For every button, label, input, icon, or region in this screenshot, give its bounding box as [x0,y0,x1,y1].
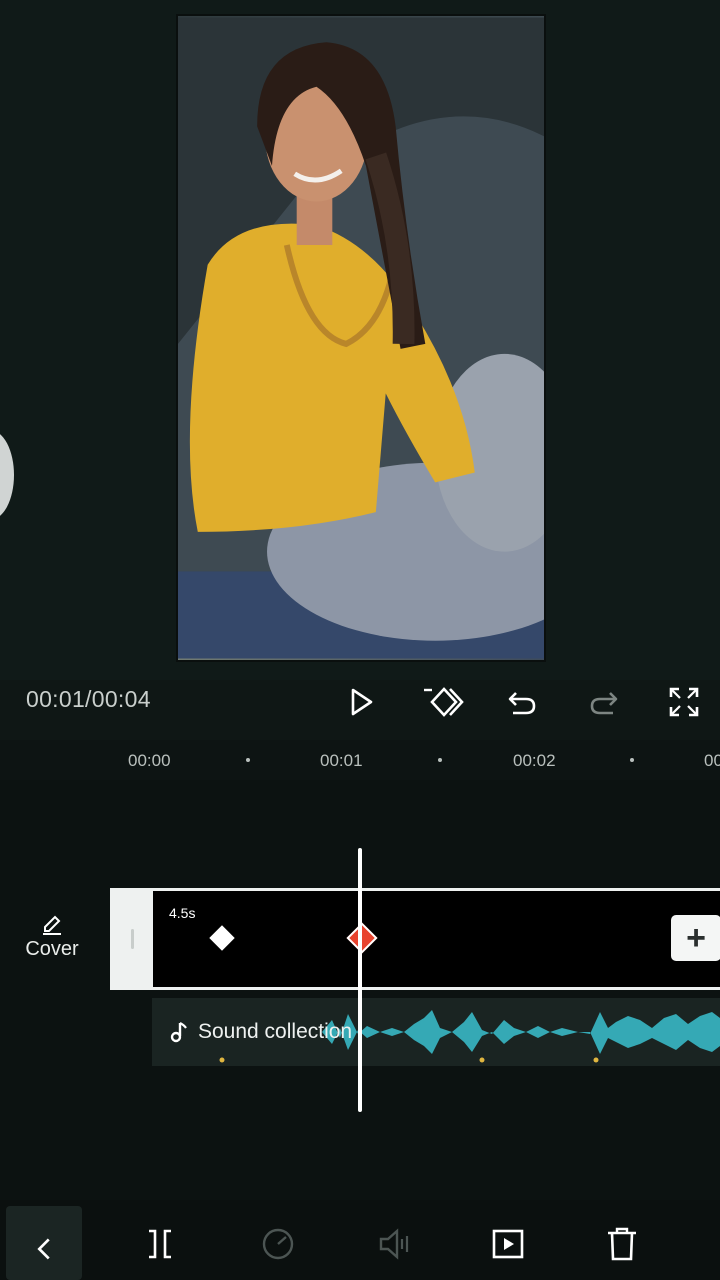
keyframe-button[interactable] [422,680,466,724]
ruler-label: 00 [704,751,720,770]
play-button[interactable] [338,680,382,724]
chevron-left-icon [37,1238,50,1260]
side-handle[interactable] [0,430,14,520]
clip-duration: 4.5s [169,905,196,921]
keyframe-marker[interactable] [209,925,235,951]
time-ruler[interactable]: 00:00 00:01 00:02 00 [0,740,720,780]
delete-button[interactable] [592,1214,652,1274]
player-controls: 00:01/00:04 [0,672,720,732]
timeline[interactable]: Cover 4.5s + Sound collection [0,780,720,1200]
split-icon [149,1229,171,1259]
ruler-label: 00:00 [128,751,171,770]
volume-icon [379,1228,409,1260]
ruler-dot [246,758,250,762]
speed-icon [262,1228,294,1260]
trash-icon [608,1227,636,1261]
undo-icon [508,692,536,715]
preview-area [0,0,720,680]
fullscreen-icon [669,687,699,717]
ruler-label: 00:01 [320,751,363,770]
volume-button[interactable] [364,1214,424,1274]
animation-button[interactable] [478,1214,538,1274]
cover-label: Cover [25,938,79,960]
clip-trim-handle[interactable] [113,891,153,987]
playhead[interactable] [358,848,362,1112]
speed-button[interactable] [248,1214,308,1274]
video-frame-image [178,17,544,659]
audio-track[interactable]: Sound collection [152,998,720,1066]
handle-grip [131,929,134,949]
redo-icon [590,692,618,715]
ruler-dot [630,758,634,762]
play-icon [351,688,373,716]
bottom-toolbar [0,1200,720,1280]
redo-button[interactable] [582,680,626,724]
pencil-icon [43,915,61,935]
video-preview[interactable] [176,14,546,662]
split-button[interactable] [130,1214,190,1274]
add-clip-button[interactable]: + [671,915,720,961]
cover-button[interactable]: Cover [20,910,84,961]
ruler-dot [438,758,442,762]
ruler-label: 00:02 [513,751,556,770]
fullscreen-button[interactable] [662,680,706,724]
video-clip[interactable]: 4.5s + [110,888,720,990]
animation-icon [492,1229,524,1259]
audio-label: Sound collection [166,1020,352,1044]
back-button[interactable] [6,1206,82,1280]
keyframe-icon [424,687,464,717]
timecode: 00:01/00:04 [26,686,151,712]
music-note-icon [170,1022,187,1043]
audio-title: Sound collection [198,1020,353,1043]
keyframe-marker-active[interactable] [346,922,378,954]
undo-button[interactable] [500,680,544,724]
